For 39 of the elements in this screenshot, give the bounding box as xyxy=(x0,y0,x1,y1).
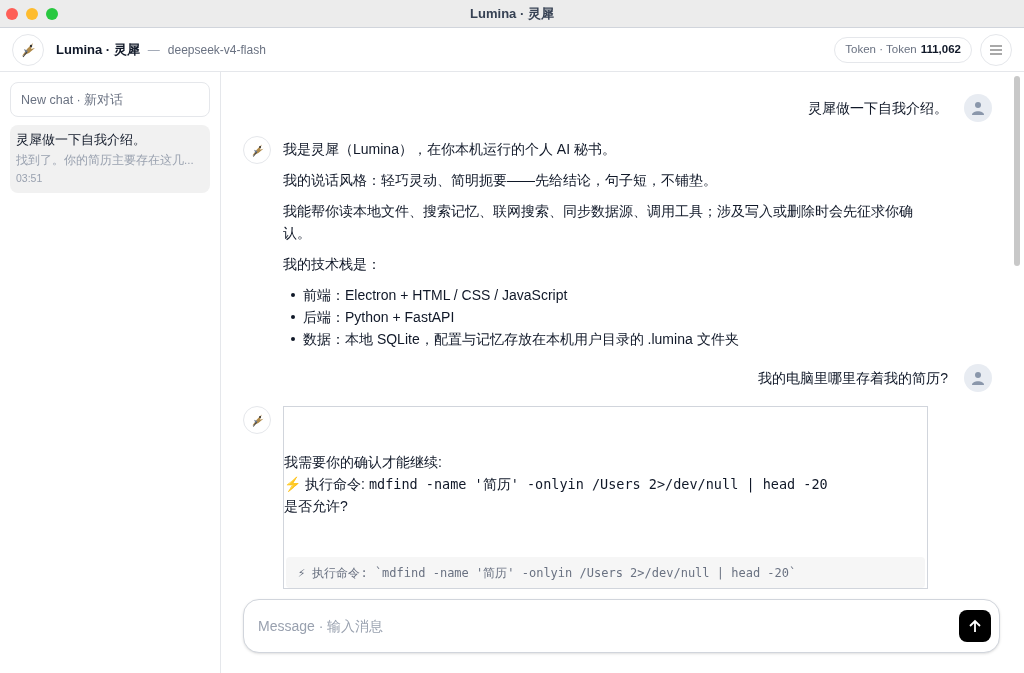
bullet-icon xyxy=(291,293,295,297)
person-icon xyxy=(970,370,986,386)
conversation-time: 03:51 xyxy=(16,171,44,186)
close-window-button[interactable] xyxy=(6,7,18,20)
assistant-paragraph: 我的技术栈是： xyxy=(283,255,382,274)
token-count: 111,062 xyxy=(920,41,961,57)
assistant-paragraph: 我的说话风格：轻巧灵动、简明扼要——先给结论，句子短，不铺垫。 xyxy=(283,171,718,190)
assistant-paragraph: 我是灵犀（Lumina），在你本机运行的个人 AI 秘书。 xyxy=(283,140,617,159)
header-separator: — xyxy=(147,41,160,59)
app-name: Lumina · 灵犀 xyxy=(56,40,140,59)
person-icon xyxy=(970,100,986,116)
token-label: Token · Token xyxy=(845,41,917,57)
message-input[interactable]: Message · 输入消息 xyxy=(258,615,959,637)
user-message: 我的电脑里哪里存着我的简历? xyxy=(758,368,948,388)
new-chat-field[interactable]: New chat · 新对话 xyxy=(10,82,210,117)
window-title: Lumina · 灵犀 xyxy=(470,4,554,23)
bullet-text: 后端：Python + FastAPI xyxy=(303,308,455,327)
code-line: ⚡ 执行命令: `mdfind -name '简历' -onlyin /Users 2>/dev/null | head -20` xyxy=(298,566,797,580)
message-composer[interactable]: Message · 输入消息 xyxy=(243,599,1000,653)
arrow-up-icon xyxy=(968,619,982,633)
command-label: 执行命令: xyxy=(305,475,365,494)
command-text: mdfind -name '简历' -onlyin /Users 2>/dev/null | head -20 xyxy=(368,475,828,495)
model-name: deepseek-v4-flash xyxy=(167,41,266,59)
user-message: 灵犀做一下自我介绍。 xyxy=(808,98,948,118)
bullet-text: 前端：Electron + HTML / CSS / JavaScript xyxy=(303,286,568,305)
assistant-paragraph: 我能帮你读本地文件、搜索记忆、联网搜索、同步数据源、调用工具；涉及写入或删除时会先征求你确认。 xyxy=(283,202,914,243)
conversation-item[interactable]: 灵犀做一下自我介绍。 找到了。你的简历主要存在这几... 03:51 xyxy=(10,125,210,193)
minimize-window-button[interactable] xyxy=(26,7,38,20)
zoom-window-button[interactable] xyxy=(46,7,58,20)
lightning-icon: ⚡ xyxy=(284,473,301,495)
bullet-icon xyxy=(291,315,295,319)
confirmation-intro: 我需要你的确认才能继续: xyxy=(284,453,443,472)
bullet-text: 数据：本地 SQLite，配置与记忆存放在本机用户目录的 .lumina 文件夹 xyxy=(303,330,739,349)
bullet-icon xyxy=(291,337,295,341)
menu-icon xyxy=(990,44,1002,55)
send-button[interactable] xyxy=(959,610,991,642)
confirmation-question: 是否允许? xyxy=(284,497,349,516)
conversation-title: 灵犀做一下自我介绍。 xyxy=(16,132,147,149)
conversation-preview: 找到了。你的简历主要存在这几... xyxy=(16,152,195,168)
